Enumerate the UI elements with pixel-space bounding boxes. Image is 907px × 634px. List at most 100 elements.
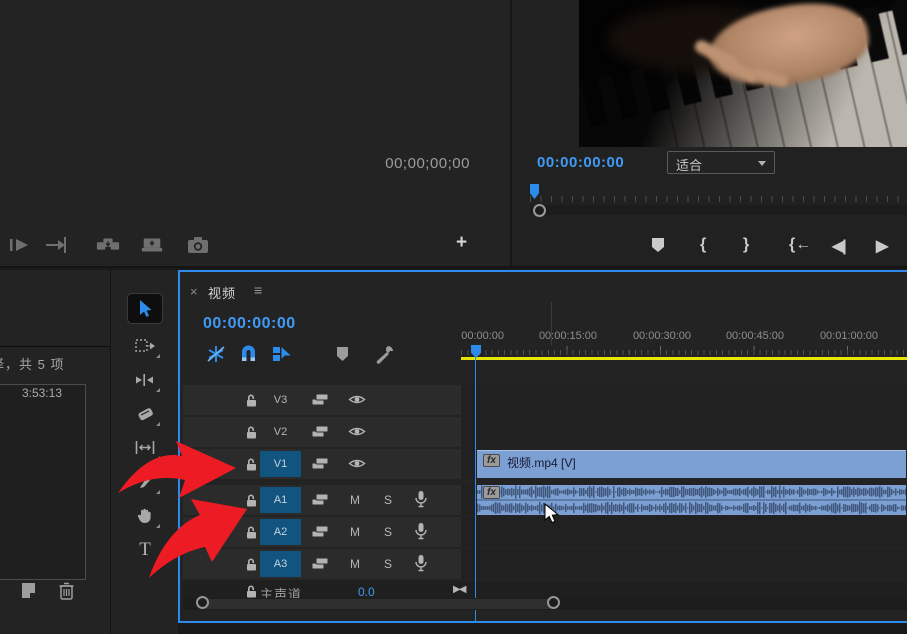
- insert-icon[interactable]: [44, 234, 68, 256]
- voiceover-mic-icon[interactable]: [414, 554, 428, 573]
- zoom-handle-left[interactable]: [196, 596, 209, 609]
- sync-lock-icon[interactable]: [311, 524, 329, 539]
- project-item-thumbnail[interactable]: [0, 384, 86, 580]
- solo-button[interactable]: S: [384, 525, 392, 539]
- ruler-label: 00:00:30:00: [633, 330, 691, 342]
- add-button[interactable]: +: [456, 232, 467, 254]
- lock-icon[interactable]: [245, 425, 258, 439]
- hand-tool[interactable]: [128, 501, 162, 530]
- add-marker-icon[interactable]: [650, 237, 666, 253]
- program-zoom-scrollbar-handle[interactable]: [533, 204, 546, 217]
- track-select-forward-tool[interactable]: [128, 331, 162, 360]
- goto-in-icon[interactable]: {←: [789, 236, 811, 254]
- program-video-preview[interactable]: [579, 0, 907, 147]
- timeline-panel: × 视频 ≡ 00:00:00:00 00:00:00:00 00:00:: [178, 270, 907, 623]
- mark-out-icon[interactable]: }: [743, 236, 749, 254]
- mark-in-icon[interactable]: {: [700, 236, 706, 254]
- track-target-a2[interactable]: A2: [260, 519, 301, 545]
- render-bar-yellow: [461, 357, 907, 360]
- slip-tool[interactable]: [128, 433, 162, 462]
- track-target-a3[interactable]: A3: [260, 551, 301, 577]
- voiceover-mic-icon[interactable]: [414, 522, 428, 541]
- toggle-track-output-eye-icon[interactable]: [348, 425, 366, 438]
- add-marker-icon[interactable]: [335, 346, 350, 362]
- track-target-v3[interactable]: V3: [260, 387, 301, 413]
- program-timecode[interactable]: 00:00:00:00: [537, 154, 624, 171]
- settings-wrench-icon[interactable]: [374, 344, 396, 364]
- pen-tool[interactable]: [128, 467, 162, 496]
- pen-icon: [138, 474, 153, 489]
- fx-badge: fx: [483, 454, 500, 467]
- razor-tool[interactable]: [128, 399, 162, 428]
- lock-icon[interactable]: [245, 584, 258, 598]
- audio-clip[interactable]: fx: [477, 485, 906, 515]
- play-icon[interactable]: ▶: [876, 236, 888, 256]
- panel-menu-icon[interactable]: ≡: [254, 282, 262, 298]
- video-clip[interactable]: fx 视频.mp4 [V]: [477, 450, 906, 478]
- toggle-track-output-eye-icon[interactable]: [348, 457, 366, 470]
- keyframe-toggle-icon[interactable]: ▶◀: [453, 584, 464, 595]
- overwrite-icon[interactable]: [96, 234, 120, 256]
- track-header-v1: V1: [183, 449, 461, 479]
- sync-lock-icon[interactable]: [311, 492, 329, 507]
- close-panel-button[interactable]: ×: [190, 284, 198, 299]
- ripple-edit-tool[interactable]: [128, 365, 162, 394]
- lock-icon[interactable]: [245, 557, 258, 571]
- linked-selection-icon[interactable]: [272, 344, 293, 364]
- track-row-a3: A3 M S: [183, 549, 907, 579]
- solo-button[interactable]: S: [384, 493, 392, 507]
- timeline-tab-title[interactable]: 视频: [208, 283, 236, 302]
- mute-button[interactable]: M: [350, 557, 360, 571]
- type-tool[interactable]: T: [128, 535, 162, 564]
- snap-icon[interactable]: [239, 344, 258, 364]
- mute-button[interactable]: M: [350, 493, 360, 507]
- track-header-a2: A2 M S: [183, 517, 461, 547]
- nest-insert-icon[interactable]: [206, 344, 226, 364]
- play-in-to-out-icon[interactable]: [8, 234, 32, 256]
- zoom-level-select[interactable]: 适合: [667, 151, 775, 174]
- playhead-line: [475, 346, 476, 623]
- mute-button[interactable]: M: [350, 525, 360, 539]
- track-header-a3: A3 M S: [183, 549, 461, 579]
- lock-icon[interactable]: [245, 525, 258, 539]
- track-target-a1[interactable]: A1: [260, 487, 301, 513]
- item-duration-text: 3:53:13: [4, 386, 62, 400]
- delete-icon[interactable]: [58, 582, 75, 600]
- lock-icon[interactable]: [245, 457, 258, 471]
- zoom-level-value: 适合: [676, 158, 702, 173]
- premiere-app-window: 00;00;00;00 +: [0, 0, 907, 634]
- master-level-value[interactable]: 0.0: [358, 585, 375, 599]
- program-zoom-scrollbar[interactable]: [530, 205, 907, 215]
- tools-panel: T: [110, 270, 178, 634]
- selection-tool[interactable]: [128, 294, 162, 323]
- sync-lock-icon[interactable]: [311, 456, 329, 471]
- new-item-icon[interactable]: [20, 582, 37, 599]
- track-row-v3: V3: [183, 385, 907, 415]
- solo-button[interactable]: S: [384, 557, 392, 571]
- export-settings-icon[interactable]: [140, 234, 164, 256]
- lock-icon[interactable]: [245, 393, 258, 407]
- hand-icon: [137, 507, 154, 524]
- voiceover-mic-icon[interactable]: [414, 490, 428, 509]
- zoom-handle-right[interactable]: [547, 596, 560, 609]
- track-target-v1[interactable]: V1: [260, 451, 301, 477]
- sync-lock-icon[interactable]: [311, 392, 329, 407]
- ruler-label: 00:00:00:00: [461, 330, 504, 342]
- export-frame-icon[interactable]: [186, 234, 210, 256]
- sync-lock-icon[interactable]: [311, 556, 329, 571]
- sync-lock-icon[interactable]: [311, 424, 329, 439]
- track-target-v2[interactable]: V2: [260, 419, 301, 445]
- fx-badge: fx: [483, 486, 500, 499]
- selection-arrow-icon: [138, 300, 153, 318]
- ripple-edit-icon: [135, 373, 155, 387]
- program-mini-timeline[interactable]: [530, 185, 907, 202]
- razor-icon: [136, 406, 154, 422]
- lock-icon[interactable]: [245, 493, 258, 507]
- timeline-scrollbar[interactable]: [202, 599, 554, 609]
- toggle-track-output-eye-icon[interactable]: [348, 393, 366, 406]
- timeline-timecode[interactable]: 00:00:00:00: [203, 315, 296, 333]
- timeline-ruler[interactable]: 00:00:00:00 00:00:15:00 00:00:30:00 00:0…: [461, 328, 907, 356]
- panel-divider: [0, 346, 110, 347]
- step-back-icon[interactable]: ◀|: [832, 236, 845, 256]
- track-row-v2: V2: [183, 417, 907, 447]
